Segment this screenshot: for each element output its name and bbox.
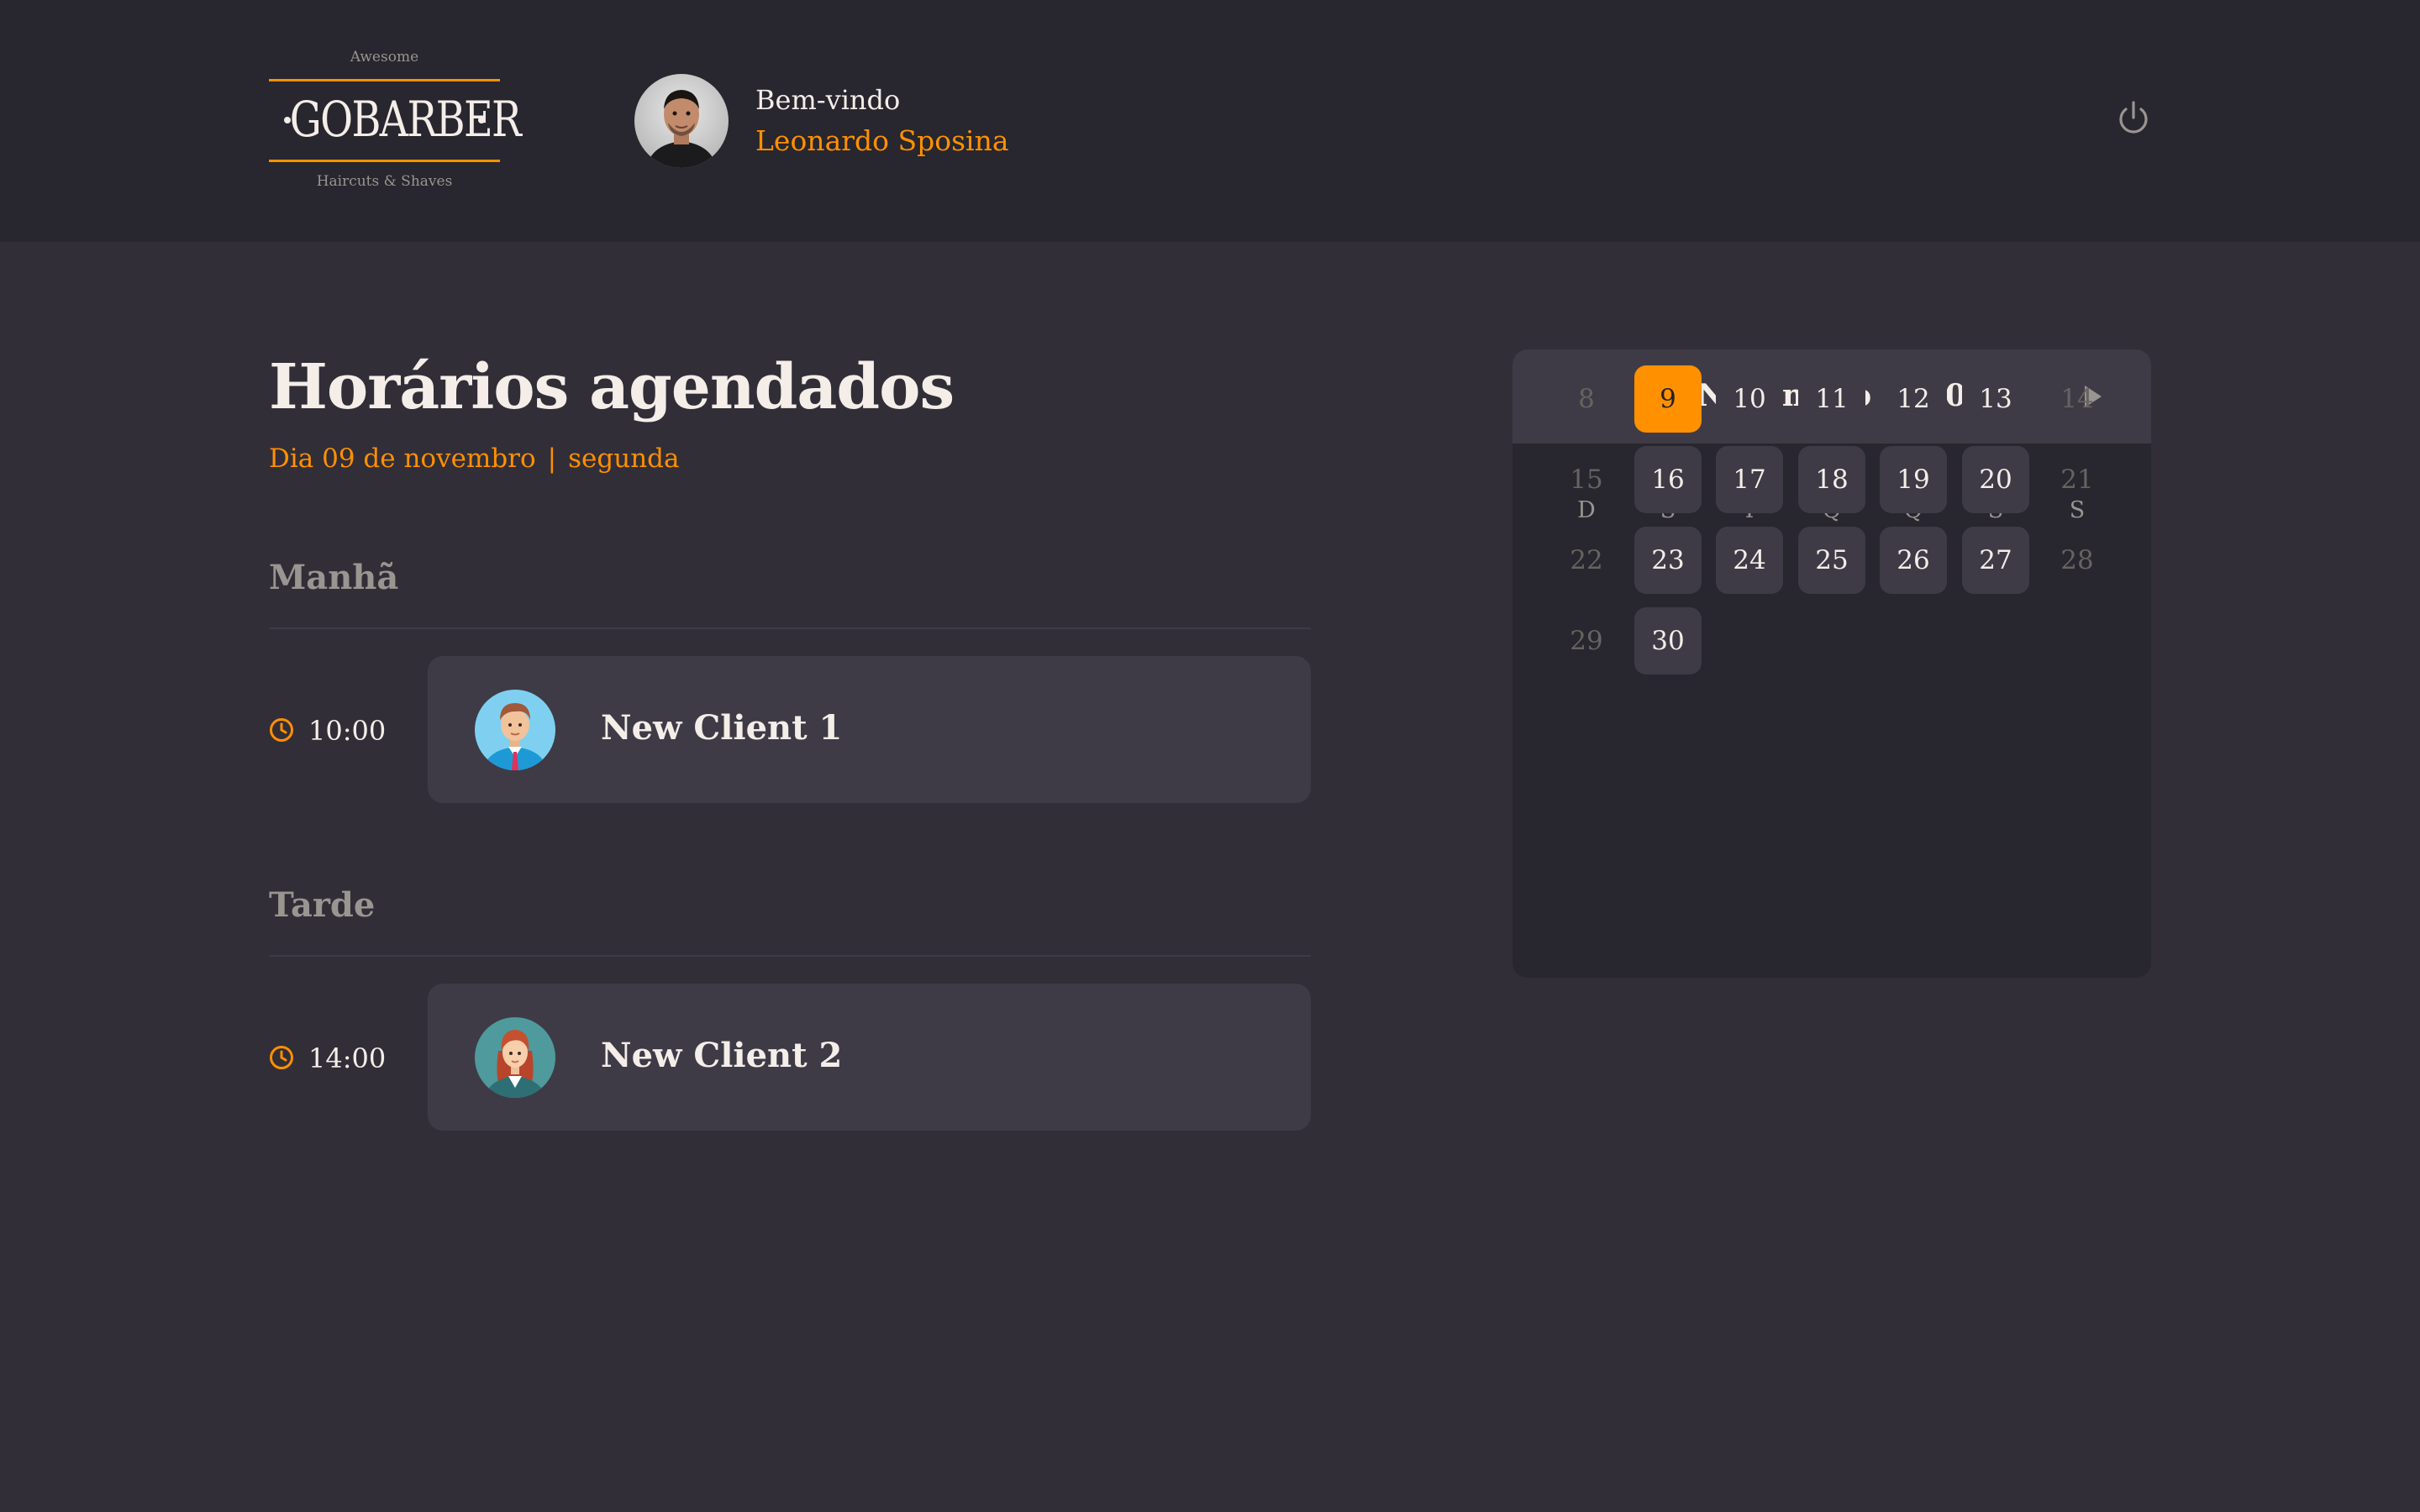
calendar-day: 28 (2060, 545, 2094, 575)
logo-tagline-top: Awesome (350, 49, 419, 66)
calendar-day[interactable]: 16 (1634, 446, 1702, 513)
appointment-time: 14:00 (308, 1042, 387, 1074)
calendar-day: 1 (1553, 349, 1620, 352)
client-avatar (475, 690, 555, 770)
calendar-day[interactable]: 20 (1962, 446, 2029, 513)
power-icon[interactable] (2112, 97, 2154, 139)
user-name-link[interactable]: Leonardo Sposina (755, 124, 1009, 157)
section-divider-morning (269, 627, 1311, 629)
calendar-day: 6 (1962, 349, 2029, 352)
calendar-day: 8 (1578, 384, 1595, 414)
clock-icon (269, 717, 294, 743)
logo-tagline-bottom: Haircuts & Shaves (316, 173, 453, 190)
calendar-day[interactable]: 17 (1716, 446, 1783, 513)
client-name: New Client 1 (601, 708, 843, 748)
date-text: Dia 09 de novembro (269, 444, 536, 474)
calendar-day: 7 (2044, 349, 2111, 352)
calendar-day: 3 (1716, 349, 1783, 352)
section-title-afternoon: Tarde (269, 885, 376, 925)
calendar-day: 5 (1880, 349, 1947, 352)
page-title: Horários agendados (269, 351, 955, 423)
calendar-day[interactable]: 13 (1962, 365, 2029, 433)
logo-dot-right (478, 117, 485, 123)
calendar-day[interactable]: 11 (1798, 365, 1865, 433)
calendar-day: 29 (1570, 626, 1603, 656)
calendar-day[interactable]: 19 (1880, 446, 1947, 513)
app-header: Awesome GOBARBER Haircuts & Shaves Bem-v… (0, 0, 2420, 242)
client-avatar (475, 1017, 555, 1098)
calendar: Novembro 2020 DSTQQSS1234567891011121314… (1512, 349, 2151, 978)
date-separator: | (547, 444, 557, 474)
calendar-day[interactable]: 25 (1798, 527, 1865, 594)
user-avatar[interactable] (634, 74, 729, 168)
schedule-date: Dia 09 de novembro | segunda (269, 444, 679, 474)
clock-icon (269, 1045, 294, 1070)
calendar-day[interactable]: 23 (1634, 527, 1702, 594)
section-title-morning: Manhã (269, 558, 399, 597)
calendar-day[interactable]: 30 (1634, 607, 1702, 675)
logo-line-bottom (269, 160, 500, 162)
appointment-time: 10:00 (308, 715, 387, 747)
calendar-day: 2 (1634, 349, 1702, 352)
logo-line-top (269, 79, 500, 81)
appointment-card[interactable]: New Client 2 (428, 984, 1311, 1131)
calendar-day[interactable]: 24 (1716, 527, 1783, 594)
calendar-day[interactable]: 26 (1880, 527, 1947, 594)
appointment-card[interactable]: New Client 1 (428, 656, 1311, 803)
calendar-day: 15 (1570, 465, 1603, 495)
calendar-day[interactable]: 10 (1716, 365, 1783, 433)
welcome-text: Bem-vindo (755, 84, 901, 116)
calendar-day-selected[interactable]: 9 (1634, 365, 1702, 433)
weekday-text: segunda (568, 444, 680, 474)
calendar-day: 14 (2060, 384, 2094, 414)
calendar-day: 22 (1570, 545, 1603, 575)
calendar-day[interactable]: 12 (1880, 365, 1947, 433)
gobarber-logo[interactable]: Awesome GOBARBER Haircuts & Shaves (269, 47, 522, 195)
calendar-day: 4 (1798, 349, 1865, 352)
calendar-day: 21 (2060, 465, 2094, 495)
calendar-day[interactable]: 18 (1798, 446, 1865, 513)
client-name: New Client 2 (601, 1036, 843, 1075)
logo-brand: GOBARBER (289, 91, 522, 148)
section-divider-afternoon (269, 955, 1311, 957)
calendar-day[interactable]: 27 (1962, 527, 2029, 594)
